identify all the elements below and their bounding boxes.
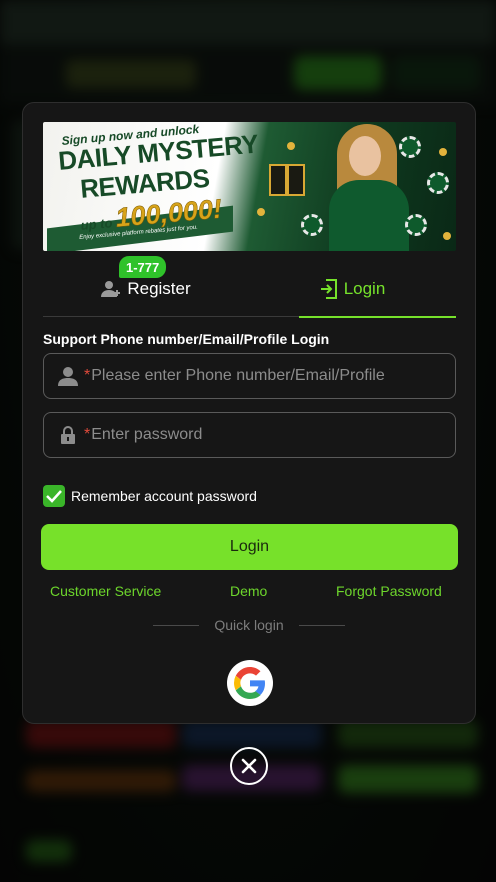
required-mark: * [84, 367, 91, 384]
coin-icon [443, 232, 451, 240]
quick-login-divider: Quick login [153, 617, 345, 633]
close-icon [241, 758, 257, 774]
tab-login[interactable]: Login [249, 261, 456, 318]
promo-banner[interactable]: Sign up now and unlock DAILY MYSTERY REW… [43, 122, 456, 251]
checkmark-icon [46, 490, 62, 503]
google-login-button[interactable] [227, 660, 273, 706]
login-button[interactable]: Login [41, 524, 458, 570]
coin-icon [257, 208, 265, 216]
casino-chip-icon [301, 214, 323, 236]
tab-register-label: Register [127, 279, 191, 298]
password-placeholder: Enter password [91, 426, 203, 443]
account-placeholder: Please enter Phone number/Email/Profile [91, 367, 385, 384]
password-input[interactable]: * Enter password [43, 412, 456, 458]
coin-icon [287, 142, 295, 150]
lock-icon [58, 425, 78, 445]
required-mark: * [84, 426, 91, 443]
casino-chip-icon [405, 214, 427, 236]
close-modal-button[interactable] [230, 747, 268, 785]
login-modal: Sign up now and unlock DAILY MYSTERY REW… [22, 102, 476, 724]
register-bonus-badge: 1-777 [119, 256, 167, 278]
login-door-icon [320, 279, 338, 299]
casino-chip-icon [399, 136, 421, 158]
remember-checkbox[interactable] [43, 485, 65, 507]
gift-box-image [269, 164, 305, 196]
active-tab-indicator [299, 316, 456, 318]
coin-icon [439, 148, 447, 156]
remember-password[interactable]: Remember account password [43, 485, 257, 507]
casino-chip-icon [427, 172, 449, 194]
tab-register[interactable]: Register 1-777 [43, 256, 249, 317]
customer-service-link[interactable]: Customer Service [50, 583, 161, 599]
demo-link[interactable]: Demo [230, 583, 267, 599]
account-input[interactable]: * Please enter Phone number/Email/Profil… [43, 353, 456, 399]
google-icon [234, 667, 265, 699]
user-icon [58, 366, 78, 386]
remember-label: Remember account password [71, 488, 257, 504]
auth-tabs: Register 1-777 Login [43, 256, 456, 318]
support-label: Support Phone number/Email/Profile Login [43, 331, 330, 347]
quick-login-label: Quick login [214, 617, 284, 633]
forgot-password-link[interactable]: Forgot Password [336, 583, 442, 599]
add-user-icon [101, 280, 121, 298]
tab-login-label: Login [343, 279, 386, 298]
